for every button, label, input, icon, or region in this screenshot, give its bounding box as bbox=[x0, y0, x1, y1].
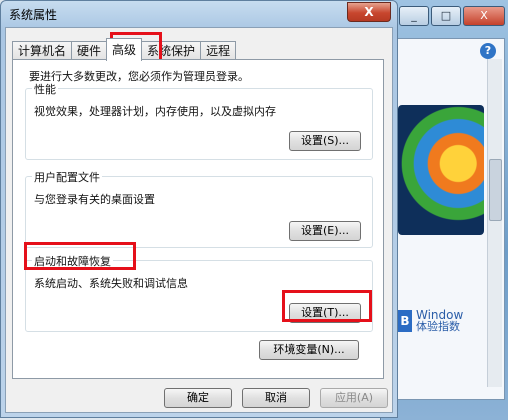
performance-settings-button[interactable]: 设置(S)... bbox=[289, 131, 361, 151]
background-close-button[interactable]: X bbox=[463, 6, 505, 26]
user-profiles-settings-button[interactable]: 设置(E)... bbox=[289, 221, 361, 241]
tab-hardware[interactable]: 硬件 bbox=[71, 41, 108, 60]
tab-computer-name[interactable]: 计算机名 bbox=[12, 41, 73, 60]
windows-logo-icon bbox=[398, 105, 484, 235]
help-icon[interactable]: ? bbox=[480, 43, 496, 59]
performance-group: 性能 视觉效果，处理器计划，内存使用，以及虚拟内存 设置(S)... bbox=[25, 81, 373, 160]
user-profiles-group-desc: 与您登录有关的桌面设置 bbox=[34, 193, 155, 206]
advanced-tab-panel: 要进行大多数更改，您必须作为管理员登录。 性能 视觉效果，处理器计划，内存使用，… bbox=[12, 59, 384, 379]
scrollbar-thumb[interactable] bbox=[489, 159, 502, 221]
tab-strip: 计算机名 硬件 高级 系统保护 远程 bbox=[12, 38, 237, 61]
admin-note: 要进行大多数更改，您必须作为管理员登录。 bbox=[29, 70, 249, 83]
cancel-button[interactable]: 取消 bbox=[242, 388, 310, 408]
startup-recovery-group-desc: 系统启动、系统失败和调试信息 bbox=[34, 277, 188, 290]
dialog-title: 系统属性 bbox=[9, 8, 58, 22]
windows-brand-icon: B bbox=[398, 310, 412, 332]
dialog-body: 计算机名 硬件 高级 系统保护 远程 要进行大多数更改，您必须作为管理员登录。 … bbox=[5, 27, 393, 413]
highlight-box-startup-settings bbox=[282, 290, 372, 322]
user-profiles-group-title: 用户配置文件 bbox=[32, 169, 102, 185]
titlebar[interactable]: 系统属性 X bbox=[1, 1, 397, 27]
minimize-button[interactable]: _ bbox=[399, 6, 429, 26]
brand-text: Window 体验指数 bbox=[416, 309, 463, 333]
windows-experience-index-link[interactable]: B Window 体验指数 bbox=[398, 309, 463, 333]
performance-group-title: 性能 bbox=[32, 81, 58, 97]
highlight-box-startup-title bbox=[24, 242, 136, 270]
tab-remote[interactable]: 远程 bbox=[200, 41, 237, 60]
ok-button[interactable]: 确定 bbox=[164, 388, 232, 408]
maximize-button[interactable]: □ bbox=[431, 6, 461, 26]
system-properties-dialog: 系统属性 X 计算机名 硬件 高级 系统保护 远程 要进行大多数更改，您必须作为… bbox=[0, 0, 398, 418]
close-button[interactable]: X bbox=[347, 2, 391, 22]
background-window-client: ? B Window 体验指数 bbox=[391, 38, 505, 400]
performance-group-desc: 视觉效果，处理器计划，内存使用，以及虚拟内存 bbox=[34, 105, 276, 118]
apply-button[interactable]: 应用(A) bbox=[320, 388, 388, 408]
environment-variables-button[interactable]: 环境变量(N)... bbox=[259, 340, 359, 360]
user-profiles-group: 用户配置文件 与您登录有关的桌面设置 设置(E)... bbox=[25, 169, 373, 248]
background-window: _ □ X ? B Window 体验指数 bbox=[380, 0, 508, 420]
tab-advanced[interactable]: 高级 bbox=[106, 38, 143, 61]
vertical-scrollbar[interactable] bbox=[487, 59, 502, 387]
background-window-controls: _ □ X bbox=[399, 6, 505, 26]
brand-line-2: 体验指数 bbox=[416, 320, 460, 333]
